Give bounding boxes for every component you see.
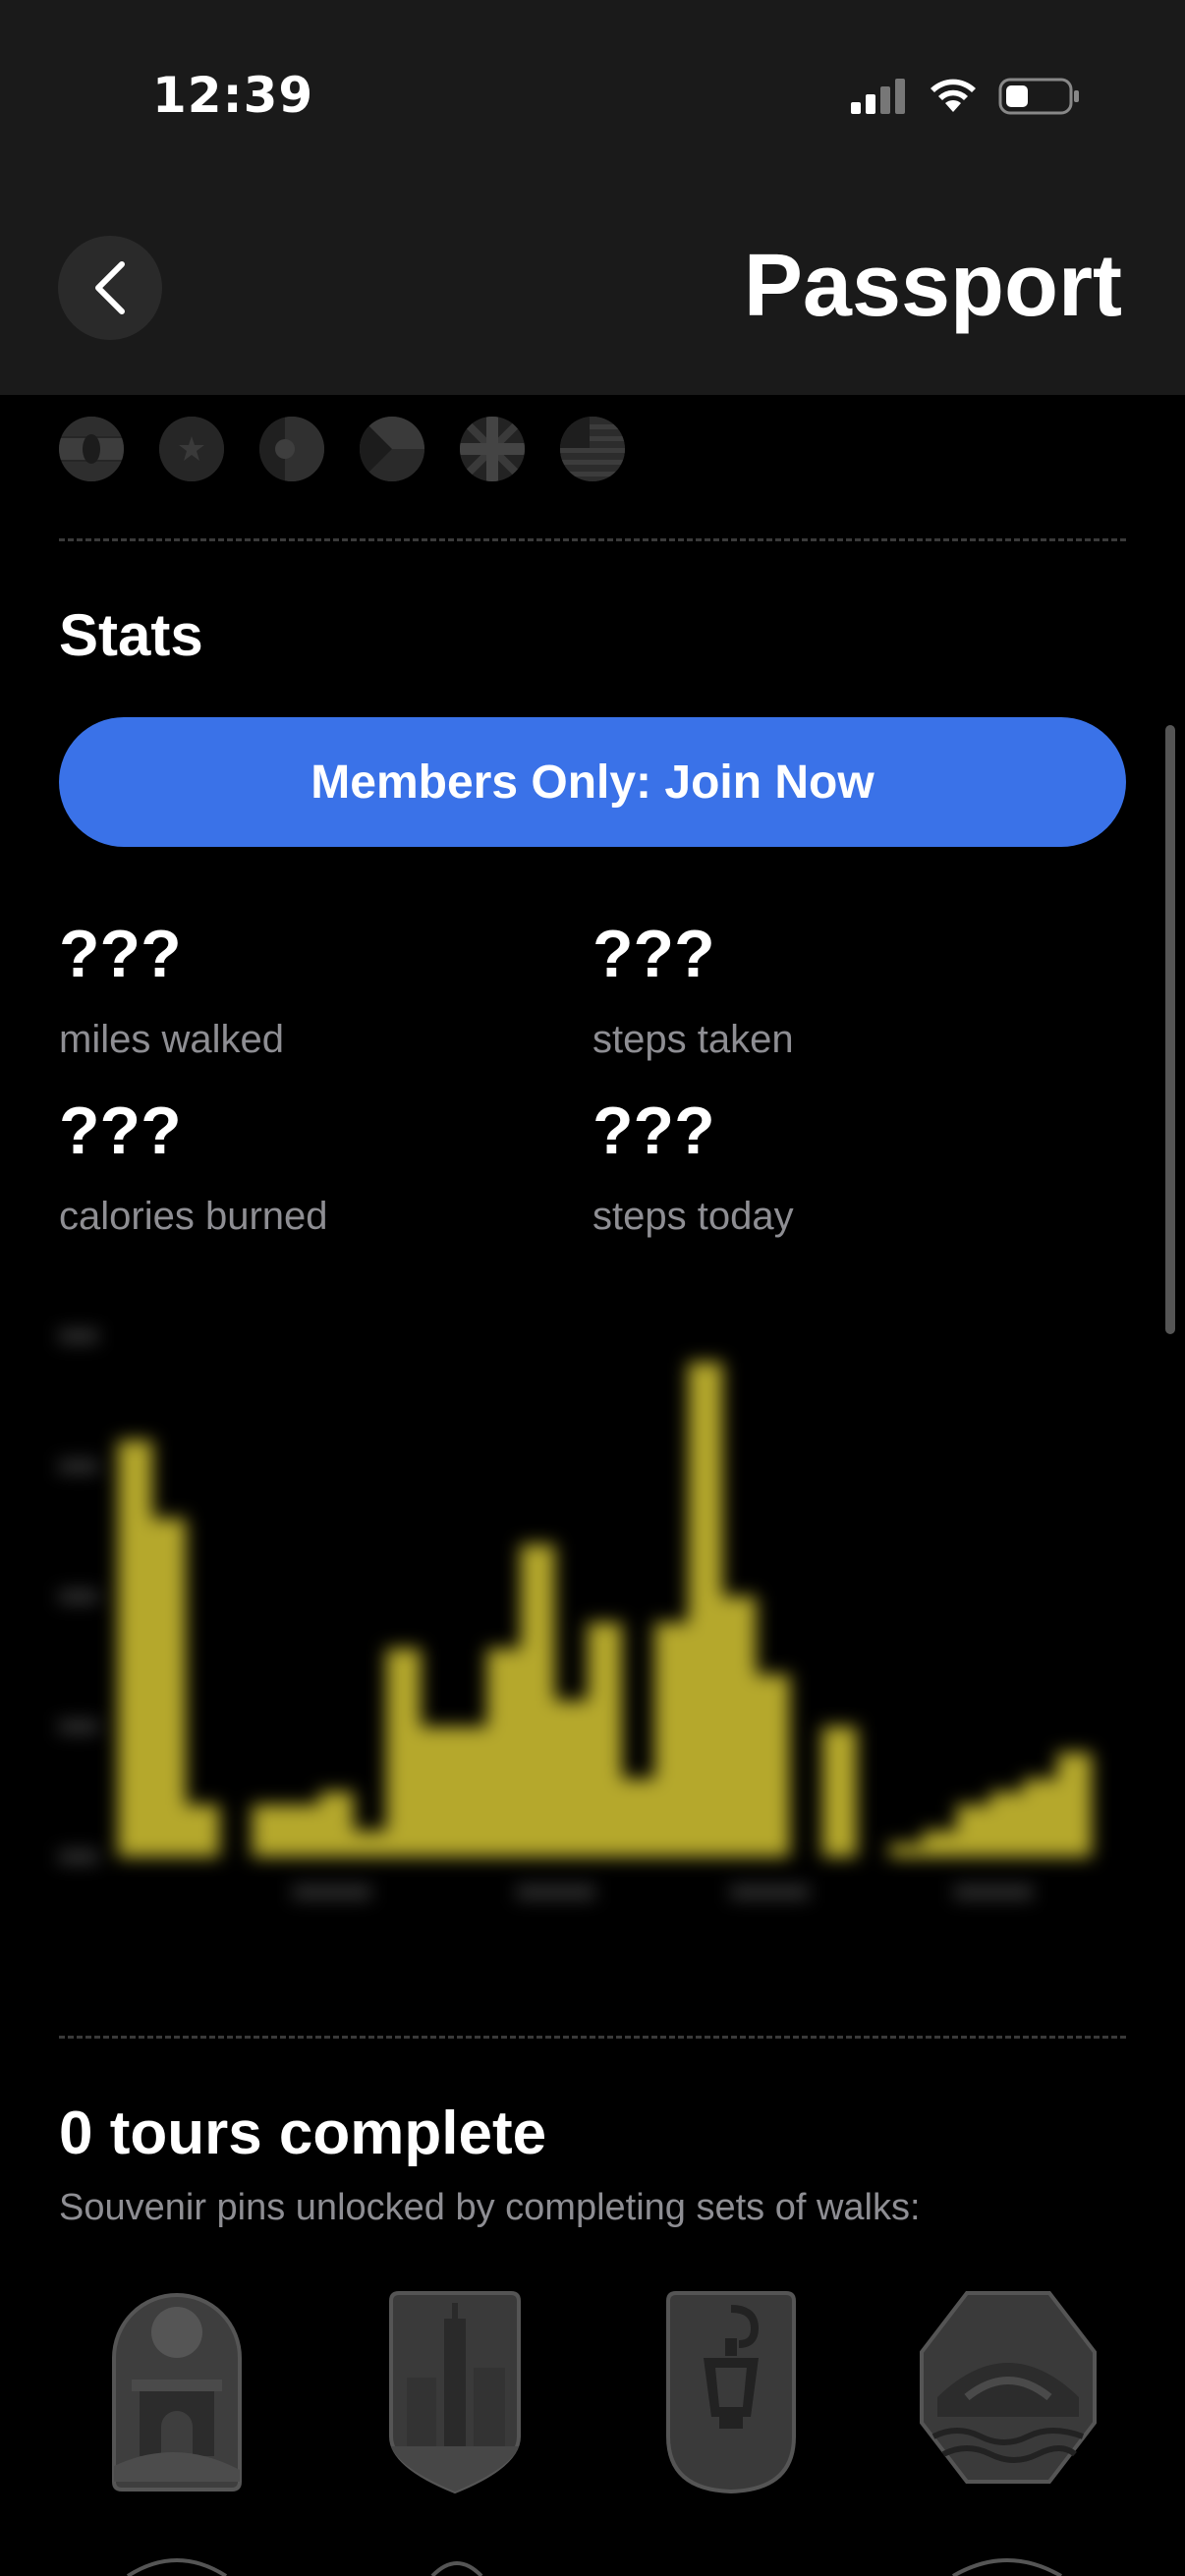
steps-chart [39, 1297, 1130, 1926]
calories-burned-label: calories burned [59, 1195, 328, 1238]
stats-title: Stats [59, 602, 203, 668]
miles-walked-label: miles walked [59, 1018, 284, 1061]
steps-taken-value: ??? [592, 917, 715, 991]
steps-chart-svg [59, 1330, 1092, 1898]
flags-row [59, 417, 625, 481]
chart-bar [1056, 1753, 1092, 1857]
chart-bar [956, 1805, 991, 1857]
cellular-signal-icon [851, 79, 905, 114]
x-tick-label [516, 1886, 595, 1898]
pin-partial-icon[interactable] [118, 2554, 236, 2576]
chart-bar [621, 1778, 656, 1857]
nyc-skyline-pin-icon[interactable] [383, 2289, 527, 2495]
calories-burned-value: ??? [59, 1093, 182, 1168]
vietnam-flag-icon[interactable] [159, 417, 224, 481]
pin-partial-icon[interactable] [423, 2554, 491, 2576]
paris-arc-pin-icon[interactable] [106, 2289, 248, 2495]
x-tick-label [954, 1886, 1033, 1898]
chart-bar [318, 1791, 354, 1857]
steps-today-label: steps today [592, 1195, 794, 1238]
chart-bars [118, 1362, 1092, 1857]
y-tick-label [59, 1851, 98, 1863]
steps-today-value: ??? [592, 1093, 715, 1168]
steps-taken-label: steps taken [592, 1018, 794, 1061]
wifi-icon [931, 79, 976, 112]
chart-bar [386, 1649, 422, 1857]
battery-icon [998, 78, 1079, 115]
chart-bar [755, 1674, 790, 1857]
x-tick-label [292, 1886, 371, 1898]
join-now-button[interactable]: Members Only: Join Now [59, 717, 1126, 847]
y-tick-label [59, 1720, 98, 1733]
chart-bar [185, 1805, 220, 1857]
chart-bar [151, 1518, 187, 1857]
tours-subtitle: Souvenir pins unlocked by completing set… [59, 2187, 921, 2228]
scrollbar[interactable] [1165, 725, 1175, 1334]
section-divider [59, 538, 1126, 541]
tours-title: 0 tours complete [59, 2100, 547, 2167]
chart-bar [1023, 1778, 1058, 1857]
chart-bar [285, 1805, 320, 1857]
chart-bar [453, 1726, 488, 1857]
chart-bar [553, 1701, 589, 1857]
back-button[interactable] [58, 236, 162, 340]
pin-partial-icon[interactable] [943, 2554, 1071, 2576]
section-divider [59, 2036, 1126, 2039]
czech-flag-icon[interactable] [360, 417, 424, 481]
chart-bar [520, 1544, 555, 1857]
miles-walked-value: ??? [59, 917, 182, 991]
y-tick-label [59, 1591, 98, 1602]
chevron-left-icon [95, 261, 125, 314]
chart-bar [889, 1843, 925, 1857]
chart-bar [352, 1830, 388, 1857]
y-tick-label [59, 1460, 98, 1473]
status-bar: 12:39 [0, 0, 1185, 187]
y-tick-label [59, 1330, 98, 1342]
status-time: 12:39 [152, 67, 314, 124]
chart-bar [721, 1596, 757, 1857]
chart-bar [252, 1805, 287, 1857]
uk-flag-icon[interactable] [460, 417, 525, 481]
page-title: Passport [743, 237, 1122, 335]
chart-bar [118, 1440, 153, 1857]
london-lamp-pin-icon[interactable] [660, 2289, 802, 2495]
portugal-flag-icon[interactable] [259, 417, 324, 481]
x-tick-label [730, 1886, 810, 1898]
chart-bar [923, 1830, 958, 1857]
chart-bar [420, 1726, 455, 1857]
chart-bar [821, 1726, 858, 1857]
kenya-flag-icon[interactable] [59, 417, 124, 481]
venice-bridge-pin-icon[interactable] [918, 2289, 1099, 2486]
chart-bar [654, 1622, 690, 1857]
chart-bar [688, 1362, 723, 1857]
usa-flag-icon[interactable] [560, 417, 625, 481]
chart-bar [587, 1622, 623, 1857]
chart-bar [486, 1649, 522, 1857]
chart-bar [989, 1791, 1025, 1857]
